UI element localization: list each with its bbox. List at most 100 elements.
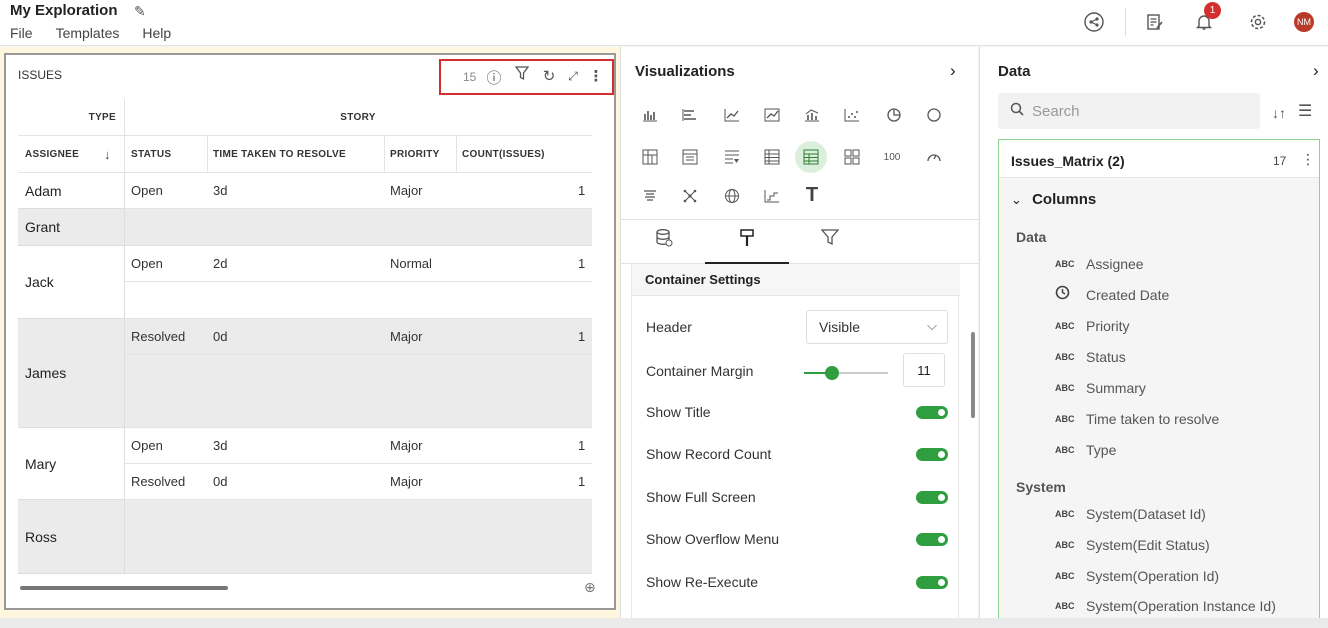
share-icon[interactable] [1080, 8, 1108, 36]
overflow-menu-icon[interactable]: ⋮ [587, 67, 605, 85]
menu-file[interactable]: File [10, 25, 33, 41]
donut-chart-icon[interactable] [923, 104, 945, 126]
dataset-header[interactable]: Issues_Matrix (2) 17 ⋮ [999, 140, 1319, 178]
assignee-cell: Grant [18, 209, 124, 246]
filter-icon[interactable] [513, 65, 531, 85]
field-item[interactable]: ABC Status [1055, 347, 1126, 367]
cards-grid-icon[interactable] [841, 146, 863, 168]
assignee-cell: Ross [18, 500, 124, 574]
issues-widget[interactable]: ISSUES 15 ⓘ ↻ ⤢ ⋮ TYPE STORY ASSIGNEE ↓ … [4, 53, 616, 610]
divider [1125, 8, 1126, 36]
show-re-execute-toggle[interactable] [916, 576, 948, 589]
dataset-field-count: 17 [1273, 154, 1287, 168]
field-item[interactable]: ABC Summary [1055, 378, 1146, 398]
filter-table-icon[interactable] [721, 146, 743, 168]
settings-section-title[interactable]: Container Settings [632, 264, 960, 296]
notifications-bell-icon[interactable]: 1 [1190, 2, 1221, 36]
table-row[interactable] [124, 282, 592, 319]
horizontal-scrollbar[interactable] [20, 586, 228, 590]
field-item[interactable]: Created Date [1055, 285, 1169, 305]
field-item[interactable]: ABC System(Edit Status) [1055, 535, 1210, 555]
count-header[interactable]: COUNT(ISSUES) [462, 136, 545, 172]
show-full-screen-toggle[interactable] [916, 491, 948, 504]
field-item[interactable]: ABC Type [1055, 440, 1116, 460]
settings-gear-icon[interactable] [1244, 8, 1272, 36]
matrix-table-icon[interactable] [795, 141, 827, 173]
field-item[interactable]: ABC System(Operation Id) [1055, 566, 1219, 586]
field-item[interactable]: ABC System(Dataset Id) [1055, 504, 1206, 524]
horizontal-bar-chart-icon[interactable] [679, 104, 701, 126]
field-name: Summary [1086, 380, 1146, 396]
show-title-toggle[interactable] [916, 406, 948, 419]
top-bar: My Exploration ✎ File Templates Help 1 N… [0, 0, 1328, 46]
show-record-count-toggle[interactable] [916, 448, 948, 461]
info-icon[interactable]: ⓘ [485, 67, 503, 88]
bar-chart-icon[interactable] [639, 104, 661, 126]
status-header[interactable]: STATUS [131, 136, 171, 172]
time-cell: 2d [213, 256, 228, 271]
time-header[interactable]: TIME TAKEN TO RESOLVE [213, 136, 346, 172]
tab-format[interactable] [732, 228, 762, 253]
tab-filter[interactable] [815, 228, 845, 251]
visualizations-title: Visualizations [635, 63, 735, 80]
step-chart-icon[interactable] [761, 185, 783, 207]
user-avatar[interactable]: NM [1294, 12, 1314, 32]
combo-chart-icon[interactable] [801, 104, 823, 126]
dataset-menu-icon[interactable]: ⋮ [1301, 151, 1315, 168]
table-row[interactable] [124, 355, 592, 428]
scatter-chart-icon[interactable] [841, 104, 863, 126]
menu-help[interactable]: Help [142, 25, 171, 41]
count-cell: 1 [578, 329, 586, 344]
table-row[interactable]: Open 3d Major 1 [124, 173, 592, 209]
list-table-icon[interactable] [761, 146, 783, 168]
field-search-input[interactable]: Search [998, 93, 1260, 129]
list-options-icon[interactable]: ☰ [1298, 101, 1312, 121]
sort-desc-icon[interactable]: ↓ [104, 136, 111, 172]
header-visibility-select[interactable]: Visible ⌵ [806, 310, 948, 344]
globe-map-icon[interactable] [721, 185, 743, 207]
exploration-title[interactable]: My Exploration [10, 2, 118, 19]
settings-scrollbar[interactable] [971, 332, 975, 418]
table-row[interactable]: Open 3d Major 1 [124, 428, 592, 464]
field-item[interactable]: ABC Priority [1055, 316, 1130, 336]
gauge-icon[interactable] [923, 146, 945, 168]
pie-chart-icon[interactable] [883, 104, 905, 126]
number-kpi-icon[interactable]: 100 [881, 146, 903, 168]
table-row[interactable] [124, 209, 592, 246]
table-row[interactable]: Resolved 0d Major 1 [124, 319, 592, 355]
re-execute-icon[interactable]: ↻ [540, 67, 558, 85]
text-widget-icon[interactable]: T [801, 184, 823, 206]
notification-badge: 1 [1204, 2, 1221, 19]
slider-handle[interactable] [825, 366, 839, 380]
line-chart-icon[interactable] [721, 104, 743, 126]
network-graph-icon[interactable] [679, 185, 701, 207]
margin-value-input[interactable]: 11 [903, 353, 945, 387]
table-row[interactable] [124, 500, 592, 574]
field-name: Created Date [1086, 287, 1170, 303]
visualizations-panel: Visualizations › 100 T Container Setting… [620, 47, 979, 618]
area-line-chart-icon[interactable] [761, 104, 783, 126]
collapse-chevron-icon[interactable]: › [950, 61, 956, 81]
field-item[interactable]: ABC System(Operation Instance Id) [1055, 597, 1276, 615]
add-icon[interactable]: ⊕ [584, 579, 596, 596]
field-item[interactable]: ABC Assignee [1055, 254, 1144, 274]
margin-slider[interactable] [804, 366, 888, 380]
count-cell: 1 [578, 438, 586, 453]
sort-icon[interactable]: ↓↑ [1272, 105, 1286, 121]
table-icon[interactable] [679, 146, 701, 168]
table-row[interactable]: Open 2d Normal 1 [124, 246, 592, 282]
full-screen-icon[interactable]: ⤢ [564, 69, 582, 84]
notes-icon[interactable] [1141, 8, 1169, 36]
priority-cell: Major [390, 438, 423, 453]
pivot-table-icon[interactable] [639, 146, 661, 168]
collapse-chevron-icon[interactable]: › [1313, 61, 1319, 81]
table-row[interactable]: Resolved 0d Major 1 [124, 464, 592, 500]
priority-header[interactable]: PRIORITY [390, 136, 440, 172]
edit-title-icon[interactable]: ✎ [134, 3, 146, 20]
menu-templates[interactable]: Templates [56, 25, 120, 41]
columns-section[interactable]: ⌄ Columns [1011, 191, 1096, 208]
field-item[interactable]: ABC Time taken to resolve [1055, 409, 1219, 429]
funnel-chart-icon[interactable] [639, 185, 661, 207]
tab-data-source[interactable] [649, 228, 679, 253]
show-overflow-menu-toggle[interactable] [916, 533, 948, 546]
